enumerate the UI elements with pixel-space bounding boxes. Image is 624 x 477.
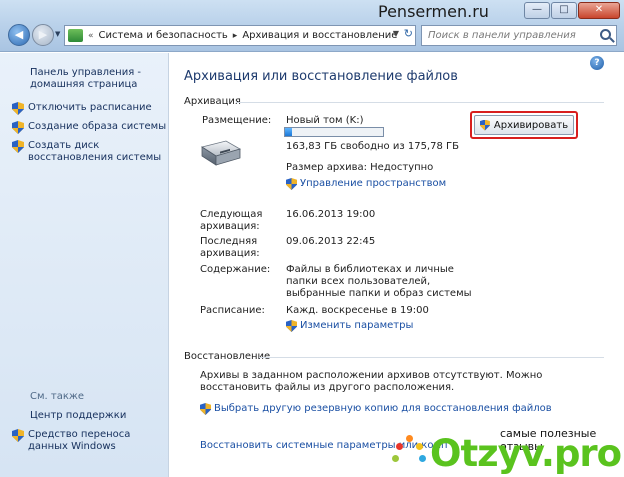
address-bar[interactable]: « Система и безопасность ▸ Архивация и в… xyxy=(64,25,416,46)
watermark-text: Pensermen.ru xyxy=(378,2,489,21)
title-bar: Pensermen.ru — □ ✕ ◀ ▶ ▼ « Система и без… xyxy=(0,0,624,52)
minimize-button[interactable]: — xyxy=(524,2,550,19)
sidebar-item-easy-transfer[interactable]: Средство переноса данных Windows xyxy=(12,429,162,453)
breadcrumb-system-security[interactable]: Система и безопасность xyxy=(99,30,228,41)
schedule-value: Кажд. воскресенье в 19:00 xyxy=(286,305,429,316)
content-label: Содержание: xyxy=(200,264,271,275)
uac-shield-icon xyxy=(286,320,297,332)
control-panel-icon xyxy=(68,29,83,42)
sidebar-item-label: Центр поддержки xyxy=(30,410,127,421)
sidebar-item-label: Создание образа системы xyxy=(28,121,167,132)
schedule-label: Расписание: xyxy=(200,305,265,316)
disk-usage-fill xyxy=(285,128,292,136)
uac-shield-icon xyxy=(12,102,24,115)
watermark-logo-text: Otzyv.pro xyxy=(430,432,622,475)
next-backup-label: Следующая архивация: xyxy=(200,209,263,232)
sidebar-item-label: Средство переноса данных Windows xyxy=(28,429,131,452)
hard-drive-icon xyxy=(201,140,242,166)
address-dropdown-icon[interactable]: ▼ xyxy=(393,29,399,38)
uac-shield-icon xyxy=(12,429,24,442)
backup-now-label: Архивировать xyxy=(493,119,569,131)
help-icon[interactable]: ? xyxy=(590,56,604,70)
manage-space-link[interactable]: Управление пространством xyxy=(286,178,446,190)
uac-shield-icon xyxy=(12,121,24,134)
uac-shield-icon xyxy=(479,119,490,131)
sidebar-home-label: Панель управления - домашняя страница xyxy=(30,67,142,90)
search-input[interactable]: Поиск в панели управления xyxy=(421,25,617,46)
select-backup-label: Выбрать другую резервную копию для восст… xyxy=(214,403,552,414)
forward-arrow-icon: ▶ xyxy=(38,28,48,41)
change-settings-label: Изменить параметры xyxy=(300,320,414,331)
uac-shield-icon xyxy=(12,140,24,153)
sidebar-item-label: Создать диск восстановления системы xyxy=(28,140,162,163)
archive-size-text: Размер архива: Недоступно xyxy=(286,162,434,173)
restore-section-heading: Восстановление xyxy=(184,351,271,362)
content-value: Файлы в библиотеках и личные папки всех … xyxy=(286,264,472,299)
free-space-text: 163,83 ГБ свободно из 175,78 ГБ xyxy=(286,141,459,152)
search-icon[interactable] xyxy=(600,29,611,40)
address-overflow[interactable]: « xyxy=(88,31,94,41)
backup-now-button[interactable]: Архивировать xyxy=(474,115,574,135)
back-button[interactable]: ◀ xyxy=(8,24,30,46)
page-title: Архивация или восстановление файлов xyxy=(184,69,458,84)
back-arrow-icon: ◀ xyxy=(14,28,24,41)
refresh-icon[interactable]: ↻ xyxy=(404,27,413,40)
sidebar-item-action-center[interactable]: Центр поддержки xyxy=(30,410,126,422)
disk-usage-bar xyxy=(284,127,384,137)
sidebar-item-create-image[interactable]: Создание образа системы xyxy=(12,121,166,134)
sidebar-item-label: Отключить расписание xyxy=(28,102,152,113)
manage-space-label: Управление пространством xyxy=(300,178,447,189)
backup-now-button-highlight: Архивировать xyxy=(470,111,578,139)
uac-shield-icon xyxy=(200,403,211,415)
backup-section-heading: Архивация xyxy=(184,96,241,107)
forward-button[interactable]: ▶ xyxy=(32,24,54,46)
next-backup-value: 16.06.2013 19:00 xyxy=(286,209,376,220)
placement-label: Размещение: xyxy=(202,115,272,126)
close-button[interactable]: ✕ xyxy=(578,2,620,19)
breadcrumb-separator-icon[interactable]: ▸ xyxy=(233,31,238,41)
last-backup-value: 09.06.2013 22:45 xyxy=(286,236,376,247)
change-settings-link[interactable]: Изменить параметры xyxy=(286,320,413,332)
select-backup-link[interactable]: Выбрать другую резервную копию для восст… xyxy=(200,403,552,415)
last-backup-label: Последняя архивация: xyxy=(200,236,260,259)
window-controls: — □ ✕ xyxy=(524,2,620,19)
breadcrumb-backup-restore[interactable]: Архивация и восстановление xyxy=(242,30,397,41)
watermark-logo-icon xyxy=(392,435,426,469)
sidebar-item-home[interactable]: Панель управления - домашняя страница xyxy=(30,67,155,91)
restore-info-text: Архивы в заданном расположении архивов о… xyxy=(200,370,543,393)
sidebar-item-disable-schedule[interactable]: Отключить расписание xyxy=(12,102,152,115)
section-divider xyxy=(259,357,604,358)
sidebar-item-recovery-disc[interactable]: Создать диск восстановления системы xyxy=(12,140,167,164)
uac-shield-icon xyxy=(286,178,297,190)
search-placeholder: Поиск в панели управления xyxy=(428,30,576,41)
history-dropdown-icon[interactable]: ▼ xyxy=(55,30,60,38)
maximize-button[interactable]: □ xyxy=(551,2,577,19)
section-divider xyxy=(236,102,604,103)
see-also-heading: См. также xyxy=(30,391,85,402)
volume-name: Новый том (K:) xyxy=(286,115,364,126)
